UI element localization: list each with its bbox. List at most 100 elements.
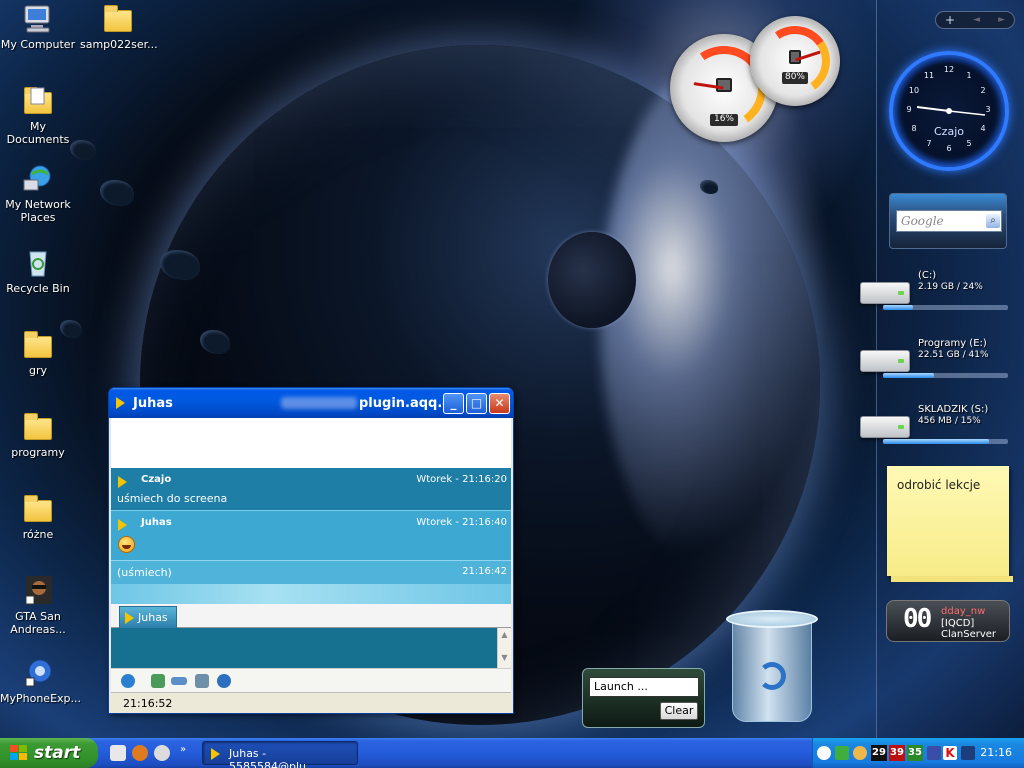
desktop-icon-rozne[interactable]: różne	[0, 494, 76, 541]
desktop-icon-samp-folder[interactable]: samp022ser...	[80, 4, 158, 51]
tray-contacts-icon[interactable]	[853, 746, 867, 760]
memory-meter-gadget[interactable]: 80%	[750, 16, 840, 106]
tray-counter[interactable]: 39	[889, 745, 905, 761]
google-search-gadget: Google ⌕	[889, 193, 1007, 249]
desktop-icon-my-computer[interactable]: My Computer	[0, 4, 76, 51]
clear-button[interactable]: Clear	[660, 702, 698, 720]
desktop-icon-gta-san-andreas[interactable]: GTA San Andreas...	[0, 576, 76, 636]
message-sender: Juhas	[141, 517, 172, 528]
sidebar-controls: + ◄ ►	[935, 11, 1015, 29]
clock-owner-label: Czajo	[934, 125, 964, 138]
taskbar-button-chat[interactable]: Juhas - 5585584@plu...	[202, 741, 358, 768]
search-icon[interactable]: ⌕	[986, 214, 1000, 228]
laughing-smiley-icon	[118, 536, 135, 553]
chat-window: Juhas plugin.aqq.eu _ □ ✕ Czajo Wtorek -…	[108, 387, 514, 714]
maximize-button[interactable]: □	[466, 393, 487, 414]
message-text: (uśmiech)	[117, 566, 172, 579]
recycle-bin-icon	[22, 248, 54, 278]
history-icon[interactable]	[195, 674, 209, 688]
network-globe-icon	[22, 164, 54, 194]
message-input[interactable]	[111, 628, 497, 668]
contact-card-icon[interactable]	[151, 674, 165, 688]
start-button[interactable]: start	[0, 738, 98, 768]
quicklaunch-expand-icon[interactable]: »	[180, 744, 186, 755]
previous-gadgets-button[interactable]: ◄	[973, 15, 980, 25]
add-gadget-button[interactable]: +	[945, 13, 955, 27]
recycle-bin-gadget[interactable]	[722, 606, 822, 730]
desktop-icon-my-network-places[interactable]: My Network Places	[0, 164, 76, 224]
hard-drive-icon	[860, 282, 910, 304]
contact-info-area	[111, 418, 511, 468]
close-button[interactable]: ✕	[489, 393, 510, 414]
message-time: Wtorek - 21:16:40	[416, 517, 507, 528]
drive-s-meter[interactable]: SKLADZIK (S:) 456 MB / 15%	[858, 404, 1010, 454]
drive-e-meter[interactable]: Programy (E:) 22.51 GB / 41%	[858, 338, 1010, 388]
desktop-icon-myphoneexplorer[interactable]: MyPhoneExp...	[0, 658, 81, 705]
user-status-icon	[118, 518, 127, 531]
next-gadgets-button[interactable]: ►	[998, 15, 1005, 25]
chat-toolbar	[111, 668, 511, 692]
window-title-contact: Juhas	[133, 396, 173, 411]
aqq-logo-icon	[116, 397, 125, 409]
message-item: Czajo Wtorek - 21:16:20 uśmiech do scree…	[111, 468, 511, 510]
aqq-logo-icon	[211, 748, 220, 760]
desktop-icon-recycle-bin[interactable]: Recycle Bin	[0, 248, 76, 295]
drive-usage: 2.19 GB / 24%	[918, 282, 983, 292]
window-titlebar[interactable]: Juhas plugin.aqq.eu _ □ ✕	[109, 388, 513, 418]
drive-usage: 22.51 GB / 41%	[918, 350, 989, 360]
quicklaunch-firefox-icon[interactable]	[132, 745, 148, 761]
tray-volume-icon[interactable]	[961, 746, 975, 760]
message-time: 21:16:42	[462, 566, 507, 577]
desktop-icon-label: samp022ser...	[80, 38, 158, 51]
desktop-icon-label: My Computer	[0, 38, 76, 51]
tray-kaspersky-icon[interactable]: K	[943, 746, 957, 760]
drive-c-meter[interactable]: (C:) 2.19 GB / 24%	[858, 270, 1010, 320]
emoticons-icon[interactable]	[121, 674, 135, 688]
message-time: Wtorek - 21:16:20	[416, 474, 507, 485]
xfire-counter: 00	[903, 604, 932, 634]
send-file-icon[interactable]	[217, 674, 231, 688]
system-tray: 29 39 35 K 21:16	[812, 738, 1024, 768]
message-history: Czajo Wtorek - 21:16:20 uśmiech do scree…	[111, 468, 511, 604]
xfire-gadget[interactable]: 00 dday_nw [IQCD] ClanServer	[886, 600, 1010, 642]
conversation-tabs: Juhas	[111, 604, 511, 628]
tray-expand-icon[interactable]	[817, 746, 831, 760]
desktop-icon-gry[interactable]: gry	[0, 330, 76, 377]
quicklaunch-media-icon[interactable]	[154, 745, 170, 761]
folder-icon	[22, 494, 54, 524]
tray-clock[interactable]: 21:16	[980, 746, 1012, 759]
user-status-icon	[118, 475, 127, 488]
sticky-note-gadget[interactable]: odrobić lekcje	[887, 466, 1013, 582]
desktop-icon-my-documents[interactable]: My Documents	[0, 86, 76, 146]
message-sender: Czajo	[141, 474, 172, 485]
tray-connection-icon[interactable]	[835, 746, 849, 760]
tab-juhas[interactable]: Juhas	[119, 606, 177, 628]
input-scrollbar[interactable]: ▲ ▼	[497, 628, 511, 668]
launch-input[interactable]: Launch ...	[589, 677, 699, 697]
desktop-icon-label: programy	[11, 446, 65, 459]
phone-explorer-icon	[22, 658, 54, 688]
tray-counter[interactable]: 35	[907, 745, 923, 761]
message-history-footer	[111, 584, 511, 604]
desktop-icon-programy[interactable]: programy	[0, 412, 76, 459]
redacted-number	[281, 397, 357, 409]
desktop-icon-label: My Documents	[6, 120, 70, 146]
moon	[548, 232, 636, 328]
window-statusbar: 21:16:52	[111, 692, 511, 713]
cpu-readout: 16%	[710, 114, 738, 126]
drive-name: SKLADZIK (S:)	[918, 404, 989, 415]
desktop-icon-label: GTA San Andreas...	[10, 610, 66, 636]
desktop-icon-label: gry	[28, 364, 47, 377]
documents-folder-icon	[22, 86, 54, 116]
tray-monitor-icon[interactable]	[927, 746, 941, 760]
quicklaunch-desktop-icon[interactable]	[110, 745, 126, 761]
tray-counter[interactable]: 29	[871, 745, 887, 761]
keyboard-icon[interactable]	[171, 677, 187, 685]
xfire-server: [IQCD] ClanServer	[941, 618, 997, 640]
folder-icon	[102, 4, 134, 34]
message-item: (uśmiech) 21:16:42	[111, 560, 511, 584]
computer-icon	[22, 4, 54, 34]
analog-clock-gadget[interactable]: 12 1 2 3 4 5 6 7 8 9 10 11 Czajo	[889, 51, 1009, 171]
drive-usage-fill	[883, 439, 990, 444]
minimize-button[interactable]: _	[443, 393, 464, 414]
